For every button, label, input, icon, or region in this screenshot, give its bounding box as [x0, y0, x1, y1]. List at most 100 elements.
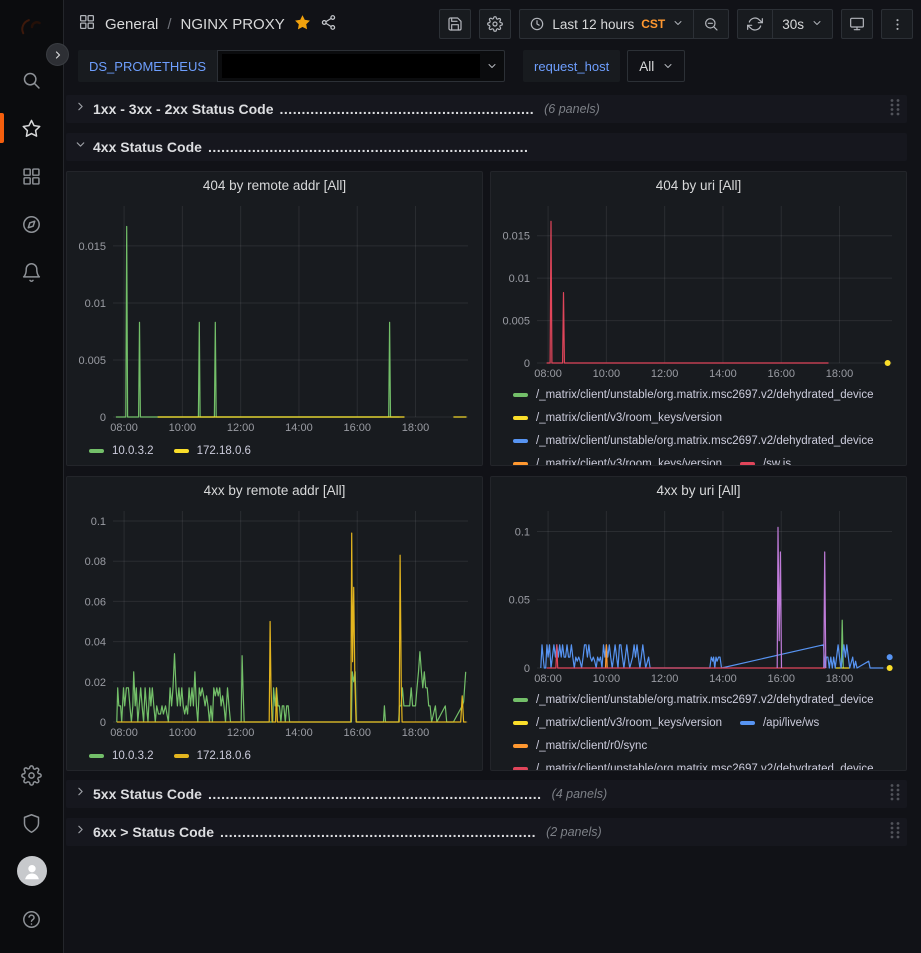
- svg-text:0.02: 0.02: [85, 677, 106, 689]
- navbar-actions: Last 12 hours CST 30s: [439, 9, 913, 39]
- legend-series-color: [513, 462, 528, 466]
- grafana-logo[interactable]: [17, 12, 47, 42]
- legend-item[interactable]: 10.0.3.2: [89, 745, 154, 768]
- time-series-chart[interactable]: 00.0050.010.01508:0010:0012:0014:0016:00…: [75, 198, 474, 435]
- panel-header[interactable]: 4xx by uri [All]: [499, 477, 898, 503]
- help-icon: [21, 909, 42, 930]
- favorite-star-icon[interactable]: [294, 14, 311, 35]
- legend-series-color: [89, 449, 104, 453]
- svg-text:0: 0: [100, 717, 106, 729]
- panel-4xx-by-remote-addr: 4xx by remote addr [All] 00.020.040.060.…: [66, 476, 483, 771]
- svg-text:08:00: 08:00: [110, 422, 138, 434]
- chevron-down-icon: [672, 17, 684, 32]
- top-navbar: General / NGINX PROXY Last 12 hours CST: [64, 0, 921, 48]
- svg-text:16:00: 16:00: [767, 368, 795, 380]
- sidebar-item-explore[interactable]: [0, 200, 64, 248]
- sidebar-item-server-admin[interactable]: [0, 799, 64, 847]
- legend-series-label: 10.0.3.2: [112, 750, 154, 762]
- svg-text:0.015: 0.015: [78, 241, 106, 253]
- legend-series-label: 10.0.3.2: [112, 445, 154, 457]
- sidebar-item-configuration[interactable]: [0, 751, 64, 799]
- legend-series-label: /_matrix/client/unstable/org.matrix.msc2…: [536, 389, 874, 401]
- panel-header[interactable]: 4xx by remote addr [All]: [75, 477, 474, 503]
- chart-svg: 00.050.108:0010:0012:0014:0016:0018:00: [499, 503, 898, 686]
- row-drag-handle[interactable]: [889, 98, 901, 121]
- time-series-chart[interactable]: 00.050.108:0010:0012:0014:0016:0018:00: [499, 503, 898, 686]
- row-header-5xx[interactable]: 5xx Status Code ........................…: [66, 780, 907, 808]
- legend-item[interactable]: /sw.js: [740, 452, 791, 465]
- chevron-down-icon: [74, 138, 93, 156]
- row-leader-dots: ........................................…: [220, 824, 536, 840]
- legend-series-label: 172.18.0.6: [197, 750, 251, 762]
- row-header-6xx[interactable]: 6xx > Status Code ......................…: [66, 818, 907, 846]
- row-header-4xx[interactable]: 4xx Status Code ........................…: [66, 133, 907, 161]
- sidebar-item-alerting[interactable]: [0, 248, 64, 296]
- svg-text:0.08: 0.08: [85, 556, 106, 568]
- sidebar-item-dashboards[interactable]: [0, 152, 64, 200]
- request-host-variable-dropdown[interactable]: All: [627, 50, 685, 82]
- panel-grid: 404 by remote addr [All] 00.0050.010.015…: [66, 171, 907, 771]
- legend-item[interactable]: /_matrix/client/r0/sync: [513, 734, 647, 757]
- legend-item[interactable]: /_matrix/client/unstable/org.matrix.msc2…: [513, 429, 874, 452]
- breadcrumb-folder[interactable]: General: [105, 16, 158, 33]
- refresh-button[interactable]: [738, 10, 772, 38]
- time-series-chart[interactable]: 00.020.040.060.080.108:0010:0012:0014:00…: [75, 503, 474, 740]
- request-host-variable-label[interactable]: request_host: [523, 50, 620, 82]
- svg-text:0.1: 0.1: [91, 516, 106, 528]
- chart-legend: 10.0.3.2 172.18.0.6: [75, 435, 474, 465]
- row-drag-handle[interactable]: [889, 821, 901, 844]
- legend-item[interactable]: /api/live/ws: [740, 711, 819, 734]
- main-area: General / NGINX PROXY Last 12 hours CST: [64, 0, 921, 953]
- legend-item[interactable]: /_matrix/client/unstable/org.matrix.msc2…: [513, 688, 874, 711]
- star-icon: [21, 118, 42, 139]
- sidebar-item-starred[interactable]: [0, 104, 64, 152]
- legend-item[interactable]: /_matrix/client/unstable/org.matrix.msc2…: [513, 383, 874, 406]
- svg-text:12:00: 12:00: [651, 368, 679, 380]
- dashboard-grid-icon: [78, 13, 96, 35]
- datasource-variable-dropdown[interactable]: [217, 50, 505, 82]
- svg-text:18:00: 18:00: [402, 727, 430, 739]
- legend-item[interactable]: /_matrix/client/v3/room_keys/version: [513, 711, 722, 734]
- dashboard-settings-button[interactable]: [479, 9, 511, 39]
- cycle-view-mode-button[interactable]: [841, 9, 873, 39]
- row-title: 1xx - 3xx - 2xx Status Code: [93, 101, 274, 117]
- time-series-chart[interactable]: 00.0050.010.01508:0010:0012:0014:0016:00…: [499, 198, 898, 381]
- datasource-variable-label[interactable]: DS_PROMETHEUS: [78, 50, 217, 82]
- svg-text:12:00: 12:00: [227, 422, 255, 434]
- legend-item[interactable]: 172.18.0.6: [174, 745, 251, 768]
- legend-item[interactable]: 172.18.0.6: [174, 440, 251, 463]
- more-options-button[interactable]: [881, 9, 913, 39]
- share-icon[interactable]: [320, 14, 337, 35]
- save-dashboard-button[interactable]: [439, 9, 471, 39]
- shield-icon: [21, 813, 42, 834]
- row-leader-dots: ........................................…: [208, 139, 528, 155]
- legend-item[interactable]: /_matrix/client/unstable/org.matrix.msc2…: [513, 757, 874, 770]
- legend-series-color: [513, 721, 528, 725]
- kebab-icon: [890, 17, 905, 32]
- row-drag-handle[interactable]: [889, 783, 901, 806]
- row-panel-count: (2 panels): [546, 825, 602, 839]
- svg-text:0.06: 0.06: [85, 596, 106, 608]
- dashboard-canvas: 1xx - 3xx - 2xx Status Code ............…: [64, 88, 921, 953]
- chevron-right-icon: [52, 49, 64, 61]
- time-range-picker[interactable]: Last 12 hours CST: [520, 10, 693, 38]
- series-line: [824, 552, 826, 668]
- panel-header[interactable]: 404 by remote addr [All]: [75, 172, 474, 198]
- dashboards-icon: [21, 166, 42, 187]
- svg-text:14:00: 14:00: [285, 422, 313, 434]
- page-title: NGINX PROXY: [181, 16, 285, 33]
- zoom-out-button[interactable]: [693, 10, 728, 38]
- row-header-1xx-3xx-2xx[interactable]: 1xx - 3xx - 2xx Status Code ............…: [66, 95, 907, 123]
- legend-series-label: /api/live/ws: [763, 717, 819, 729]
- sidebar-expand-button[interactable]: [46, 43, 69, 66]
- legend-item[interactable]: /_matrix/client/v3/room_keys/version: [513, 452, 722, 465]
- sidebar-item-profile[interactable]: [0, 847, 64, 895]
- refresh-interval-picker[interactable]: 30s: [772, 10, 832, 38]
- legend-item[interactable]: 10.0.3.2: [89, 440, 154, 463]
- row-title: 6xx > Status Code: [93, 824, 214, 840]
- legend-item[interactable]: /_matrix/client/v3/room_keys/version: [513, 406, 722, 429]
- panel-header[interactable]: 404 by uri [All]: [499, 172, 898, 198]
- legend-series-color: [513, 698, 528, 702]
- sidebar-item-help[interactable]: [0, 895, 64, 943]
- chart-svg: 00.020.040.060.080.108:0010:0012:0014:00…: [75, 503, 474, 740]
